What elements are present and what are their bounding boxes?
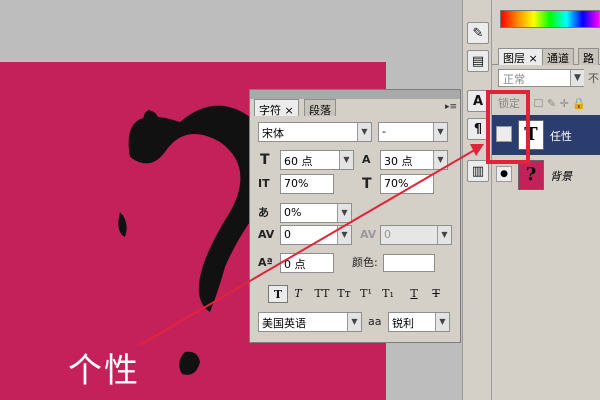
chevron-down-icon[interactable]: ▼ [570,70,584,86]
font-style-value: - [382,125,386,138]
lock-transparency-icon[interactable]: ☐ [534,97,544,110]
subscript-button[interactable]: T₁ [378,285,398,303]
chevron-down-icon: ▼ [437,226,451,244]
baseline-shift-field[interactable]: 0 点 [280,253,334,273]
layer-thumbnail: ? [518,160,544,190]
superscript-button[interactable]: T¹ [356,285,376,303]
close-icon[interactable]: × [529,52,538,65]
tracking-value: 0 [384,228,391,241]
vertical-scale-field[interactable]: 70% [280,174,334,194]
faux-bold-button[interactable]: T [268,285,288,303]
opacity-label: 不 [588,72,599,85]
tab-layers[interactable]: 图层 × [498,48,543,65]
layer-name[interactable]: 背景 [550,168,572,184]
leading-icon: A [362,153,371,166]
language-value: 美国英语 [262,317,306,330]
history-icon[interactable]: ▤ [467,50,489,72]
horizontal-scale-field[interactable]: 70% [380,174,434,194]
antialias-select[interactable]: 锐利 ▼ [388,312,450,332]
tsume-icon: あ [258,206,269,219]
kerning-field[interactable]: 0 ▼ [280,225,352,245]
layers-dock: 图层 × 通道 路 正常 ▼ 不 锁定 ☐ ✎ ✛ 🔒 T 任性 ● ? 背景 [492,0,600,400]
font-style-select[interactable]: - ▼ [378,122,448,142]
leading-value: 30 点 [384,155,413,168]
tab-character-label: 字符 [259,104,281,117]
layers-tab-bar: 图层 × 通道 路 [492,48,600,65]
close-icon[interactable]: × [285,104,294,117]
chevron-down-icon[interactable]: ▼ [337,226,351,244]
tab-paths[interactable]: 路 [578,48,599,65]
tool-strip: ✎ ▤ A ¶ ▥ [462,0,492,400]
lock-brush-icon[interactable]: ✎ [547,97,556,110]
small-caps-button[interactable]: Tт [334,285,354,303]
tsume-value: 0% [284,206,302,219]
faux-italic-button[interactable]: T [288,285,308,303]
chevron-down-icon[interactable]: ▼ [339,151,353,169]
font-family-value: 宋体 [262,127,284,140]
font-size-field[interactable]: 60 点 ▼ [280,150,354,170]
font-size-value: 60 点 [284,155,313,168]
underline-button[interactable]: T [404,285,424,303]
font-size-icon: T [260,152,270,168]
color-swatch-strip[interactable] [500,10,600,28]
kerning-icon: AV [258,228,275,241]
panel-titlebar[interactable] [250,90,460,99]
chevron-down-icon[interactable]: ▼ [347,313,361,331]
antialias-value: 锐利 [392,317,414,330]
horizontal-scale-icon: T [362,176,372,192]
panel-menu-icon[interactable]: ▸≡ [444,102,458,114]
tab-character[interactable]: 字符 × [254,99,299,117]
leading-field[interactable]: 30 点 ▼ [380,150,448,170]
tab-channels[interactable]: 通道 [542,48,574,65]
tracking-icon: AV [360,228,377,241]
tab-layers-label: 图层 [503,52,525,65]
font-family-select[interactable]: 宋体 ▼ [258,122,372,142]
chevron-down-icon[interactable]: ▼ [337,204,351,222]
chevron-down-icon[interactable]: ▼ [357,123,371,141]
strikethrough-button[interactable]: T [426,285,446,303]
language-select[interactable]: 美国英语 ▼ [258,312,362,332]
tsume-field[interactable]: 0% ▼ [280,203,352,223]
eye-icon[interactable]: ● [496,166,512,182]
tab-paragraph[interactable]: 段落 [304,99,336,117]
baseline-shift-icon: Aª [258,256,273,269]
lock-move-icon[interactable]: ✛ [560,97,569,110]
antialias-icon: aa [368,315,382,328]
chevron-down-icon[interactable]: ▼ [433,151,447,169]
chevron-down-icon[interactable]: ▼ [435,313,449,331]
all-caps-button[interactable]: TT [312,285,332,303]
brush-tool-icon[interactable]: ✎ [467,22,489,44]
layer-name[interactable]: 任性 [550,128,572,144]
canvas-text-gexing: 个性 [68,351,140,391]
kerning-value: 0 [284,228,291,241]
color-label: 颜色: [352,256,378,269]
tracking-field: 0 ▼ [380,225,452,245]
vertical-scale-icon: IT [258,177,270,190]
chevron-down-icon[interactable]: ▼ [433,123,447,141]
text-color-swatch[interactable] [383,254,435,272]
character-panel: 字符 × 段落 ▸≡ 宋体 ▼ - ▼ T 60 点 ▼ A 30 点 ▼ IT… [249,89,461,343]
lock-all-icon[interactable]: 🔒 [572,97,586,110]
highlight-callout-box [486,90,530,164]
